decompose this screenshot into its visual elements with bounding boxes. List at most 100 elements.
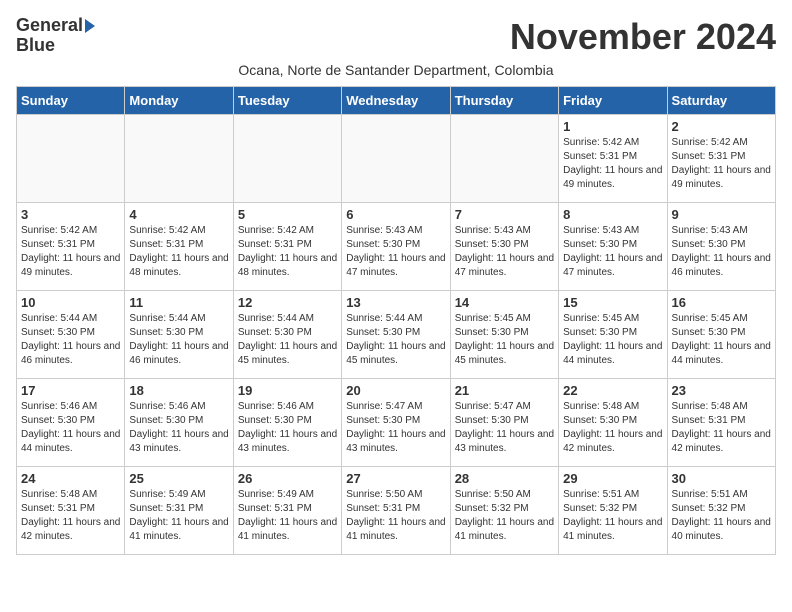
day-info: Sunrise: 5:46 AM Sunset: 5:30 PM Dayligh… (21, 401, 120, 454)
day-number: 11 (129, 295, 228, 310)
logo: General Blue (16, 16, 95, 56)
day-info: Sunrise: 5:44 AM Sunset: 5:30 PM Dayligh… (238, 313, 337, 366)
day-number: 9 (672, 207, 771, 222)
day-number: 8 (563, 207, 662, 222)
day-info: Sunrise: 5:46 AM Sunset: 5:30 PM Dayligh… (238, 401, 337, 454)
day-info: Sunrise: 5:48 AM Sunset: 5:31 PM Dayligh… (672, 401, 771, 454)
calendar-cell: 12 Sunrise: 5:44 AM Sunset: 5:30 PM Dayli… (233, 291, 341, 379)
day-number: 17 (21, 383, 120, 398)
calendar-cell (17, 115, 125, 203)
day-info: Sunrise: 5:50 AM Sunset: 5:32 PM Dayligh… (455, 489, 554, 542)
page-header: General Blue November 2024 (16, 16, 776, 58)
day-number: 18 (129, 383, 228, 398)
calendar-cell: 15 Sunrise: 5:45 AM Sunset: 5:30 PM Dayli… (559, 291, 667, 379)
day-info: Sunrise: 5:42 AM Sunset: 5:31 PM Dayligh… (672, 137, 771, 190)
calendar-cell: 25Sunrise: 5:49 AM Sunset: 5:31 PM Dayli… (125, 467, 233, 555)
calendar-cell: 1 Sunrise: 5:42 AM Sunset: 5:31 PM Daylig… (559, 115, 667, 203)
day-info: Sunrise: 5:49 AM Sunset: 5:31 PM Dayligh… (129, 489, 228, 542)
day-number: 27 (346, 471, 445, 486)
day-number: 15 (563, 295, 662, 310)
day-info: Sunrise: 5:42 AM Sunset: 5:31 PM Dayligh… (129, 225, 228, 278)
calendar-cell: 29 Sunrise: 5:51 AM Sunset: 5:32 PM Dayli… (559, 467, 667, 555)
calendar-cell: 18 Sunrise: 5:46 AM Sunset: 5:30 PM Dayli… (125, 379, 233, 467)
day-number: 4 (129, 207, 228, 222)
day-info: Sunrise: 5:45 AM Sunset: 5:30 PM Dayligh… (672, 313, 771, 366)
calendar-cell: 30 Sunrise: 5:51 AM Sunset: 5:32 PM Dayli… (667, 467, 775, 555)
col-header-tuesday: Tuesday (233, 87, 341, 115)
calendar-cell: 10 Sunrise: 5:44 AM Sunset: 5:30 PM Dayli… (17, 291, 125, 379)
day-number: 24 (21, 471, 120, 486)
day-number: 10 (21, 295, 120, 310)
col-header-friday: Friday (559, 87, 667, 115)
calendar-week-0: 1 Sunrise: 5:42 AM Sunset: 5:31 PM Daylig… (17, 115, 776, 203)
calendar-cell: 13 Sunrise: 5:44 AM Sunset: 5:30 PM Dayli… (342, 291, 450, 379)
day-info: Sunrise: 5:48 AM Sunset: 5:31 PM Dayligh… (21, 489, 120, 542)
day-number: 30 (672, 471, 771, 486)
day-info: Sunrise: 5:44 AM Sunset: 5:30 PM Dayligh… (21, 313, 120, 366)
calendar-cell: 22Sunrise: 5:48 AM Sunset: 5:30 PM Dayli… (559, 379, 667, 467)
day-number: 6 (346, 207, 445, 222)
day-info: Sunrise: 5:43 AM Sunset: 5:30 PM Dayligh… (346, 225, 445, 278)
logo-arrow-icon (85, 19, 95, 33)
day-number: 26 (238, 471, 337, 486)
day-number: 3 (21, 207, 120, 222)
calendar-week-3: 17 Sunrise: 5:46 AM Sunset: 5:30 PM Dayli… (17, 379, 776, 467)
calendar-cell: 11 Sunrise: 5:44 AM Sunset: 5:30 PM Dayli… (125, 291, 233, 379)
calendar-cell: 19 Sunrise: 5:46 AM Sunset: 5:30 PM Dayli… (233, 379, 341, 467)
day-info: Sunrise: 5:43 AM Sunset: 5:30 PM Dayligh… (672, 225, 771, 278)
calendar-cell: 16 Sunrise: 5:45 AM Sunset: 5:30 PM Dayli… (667, 291, 775, 379)
col-header-saturday: Saturday (667, 87, 775, 115)
day-info: Sunrise: 5:42 AM Sunset: 5:31 PM Dayligh… (21, 225, 120, 278)
calendar-cell: 6 Sunrise: 5:43 AM Sunset: 5:30 PM Daylig… (342, 203, 450, 291)
calendar-cell: 26 Sunrise: 5:49 AM Sunset: 5:31 PM Dayli… (233, 467, 341, 555)
day-number: 16 (672, 295, 771, 310)
calendar-week-4: 24 Sunrise: 5:48 AM Sunset: 5:31 PM Dayli… (17, 467, 776, 555)
calendar-cell: 27 Sunrise: 5:50 AM Sunset: 5:31 PM Dayli… (342, 467, 450, 555)
calendar-cell: 4 Sunrise: 5:42 AM Sunset: 5:31 PM Daylig… (125, 203, 233, 291)
day-info: Sunrise: 5:50 AM Sunset: 5:31 PM Dayligh… (346, 489, 445, 542)
calendar-cell: 17 Sunrise: 5:46 AM Sunset: 5:30 PM Dayli… (17, 379, 125, 467)
day-info: Sunrise: 5:43 AM Sunset: 5:30 PM Dayligh… (455, 225, 554, 278)
calendar-table: SundayMondayTuesdayWednesdayThursdayFrid… (16, 86, 776, 555)
day-info: Sunrise: 5:43 AM Sunset: 5:30 PM Dayligh… (563, 225, 662, 278)
col-header-wednesday: Wednesday (342, 87, 450, 115)
calendar-cell: 21 Sunrise: 5:47 AM Sunset: 5:30 PM Dayli… (450, 379, 558, 467)
day-number: 21 (455, 383, 554, 398)
calendar-cell: 7Sunrise: 5:43 AM Sunset: 5:30 PM Daylig… (450, 203, 558, 291)
calendar-header-row: SundayMondayTuesdayWednesdayThursdayFrid… (17, 87, 776, 115)
day-number: 23 (672, 383, 771, 398)
calendar-cell: 3 Sunrise: 5:42 AM Sunset: 5:31 PM Daylig… (17, 203, 125, 291)
col-header-thursday: Thursday (450, 87, 558, 115)
calendar-cell (233, 115, 341, 203)
month-title: November 2024 (510, 16, 776, 58)
day-number: 5 (238, 207, 337, 222)
day-info: Sunrise: 5:51 AM Sunset: 5:32 PM Dayligh… (563, 489, 662, 542)
day-info: Sunrise: 5:47 AM Sunset: 5:30 PM Dayligh… (346, 401, 445, 454)
calendar-cell (125, 115, 233, 203)
day-info: Sunrise: 5:51 AM Sunset: 5:32 PM Dayligh… (672, 489, 771, 542)
logo-blue: Blue (16, 36, 55, 56)
day-number: 12 (238, 295, 337, 310)
day-info: Sunrise: 5:47 AM Sunset: 5:30 PM Dayligh… (455, 401, 554, 454)
day-info: Sunrise: 5:44 AM Sunset: 5:30 PM Dayligh… (129, 313, 228, 366)
day-info: Sunrise: 5:49 AM Sunset: 5:31 PM Dayligh… (238, 489, 337, 542)
day-number: 1 (563, 119, 662, 134)
calendar-cell: 2 Sunrise: 5:42 AM Sunset: 5:31 PM Daylig… (667, 115, 775, 203)
day-number: 2 (672, 119, 771, 134)
logo-general: General (16, 16, 83, 36)
day-number: 19 (238, 383, 337, 398)
col-header-sunday: Sunday (17, 87, 125, 115)
day-info: Sunrise: 5:46 AM Sunset: 5:30 PM Dayligh… (129, 401, 228, 454)
day-number: 22 (563, 383, 662, 398)
calendar-cell: 14Sunrise: 5:45 AM Sunset: 5:30 PM Dayli… (450, 291, 558, 379)
day-info: Sunrise: 5:45 AM Sunset: 5:30 PM Dayligh… (563, 313, 662, 366)
day-info: Sunrise: 5:44 AM Sunset: 5:30 PM Dayligh… (346, 313, 445, 366)
day-number: 13 (346, 295, 445, 310)
calendar-week-2: 10 Sunrise: 5:44 AM Sunset: 5:30 PM Dayli… (17, 291, 776, 379)
calendar-cell (342, 115, 450, 203)
day-number: 29 (563, 471, 662, 486)
calendar-cell: 28Sunrise: 5:50 AM Sunset: 5:32 PM Dayli… (450, 467, 558, 555)
col-header-monday: Monday (125, 87, 233, 115)
calendar-week-1: 3 Sunrise: 5:42 AM Sunset: 5:31 PM Daylig… (17, 203, 776, 291)
day-info: Sunrise: 5:42 AM Sunset: 5:31 PM Dayligh… (563, 137, 662, 190)
